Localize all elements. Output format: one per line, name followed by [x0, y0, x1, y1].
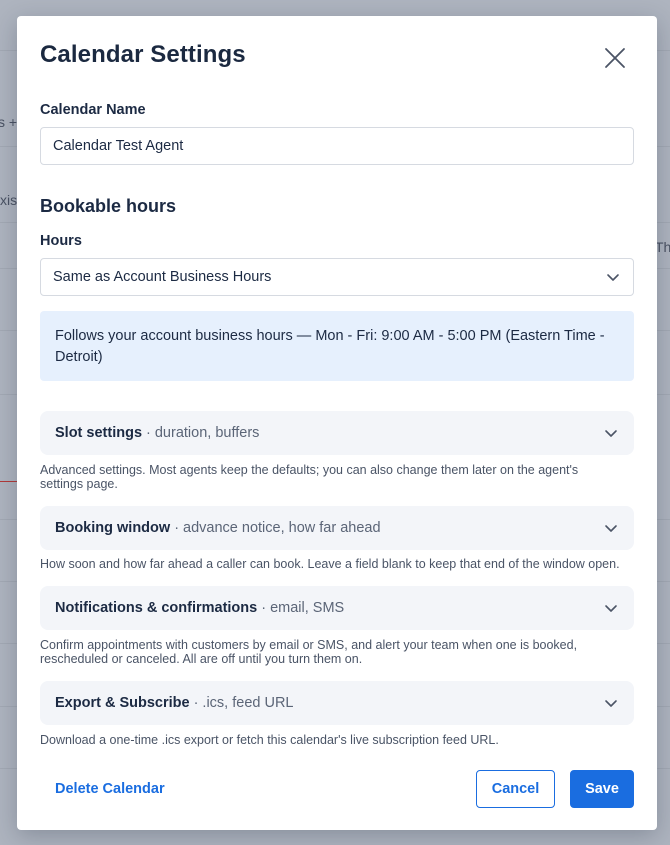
hours-label: Hours — [40, 233, 82, 249]
calendar-name-input[interactable] — [40, 127, 634, 165]
business-hours-info: Follows your account business hours — Mo… — [40, 311, 634, 381]
slot-settings-section[interactable]: Slot settings · duration, buffers — [40, 411, 634, 455]
section-title: Notifications & confirmations — [55, 600, 258, 616]
background-text: s + — [0, 114, 18, 130]
export-subscribe-help: Download a one-time .ics export or fetch… — [40, 733, 499, 747]
export-subscribe-section[interactable]: Export & Subscribe · .ics, feed URL — [40, 681, 634, 725]
calendar-settings-modal: Calendar Settings Calendar Name Bookable… — [17, 16, 657, 830]
booking-window-help: How soon and how far ahead a caller can … — [40, 557, 620, 571]
cancel-button[interactable]: Cancel — [476, 770, 555, 808]
close-icon — [605, 48, 625, 68]
notifications-help: Confirm appointments with customers by e… — [40, 638, 578, 666]
hours-select-value: Same as Account Business Hours — [53, 269, 272, 285]
save-button[interactable]: Save — [570, 770, 634, 808]
background-text: xis — [0, 192, 18, 208]
background-text: Th — [655, 239, 670, 255]
section-title: Booking window — [55, 520, 171, 536]
close-button[interactable] — [601, 44, 629, 72]
section-subtitle: · .ics, feed URL — [193, 695, 294, 711]
calendar-name-label: Calendar Name — [40, 102, 146, 118]
section-subtitle: · email, SMS — [261, 600, 345, 616]
slot-settings-help: Advanced settings. Most agents keep the … — [40, 463, 579, 491]
booking-window-section[interactable]: Booking window · advance notice, how far… — [40, 506, 634, 550]
chevron-down-icon — [605, 430, 617, 437]
chevron-down-icon — [605, 525, 617, 532]
chevron-down-icon — [605, 605, 617, 612]
section-title: Export & Subscribe — [55, 695, 190, 711]
section-subtitle: · duration, buffers — [146, 425, 260, 441]
modal-title: Calendar Settings — [40, 41, 246, 68]
section-subtitle: · advance notice, how far ahead — [174, 520, 381, 536]
bookable-hours-heading: Bookable hours — [40, 196, 177, 216]
hours-select[interactable]: Same as Account Business Hours — [40, 258, 634, 296]
chevron-down-icon — [605, 700, 617, 707]
section-title: Slot settings — [55, 425, 143, 441]
notifications-section[interactable]: Notifications & confirmations · email, S… — [40, 586, 634, 630]
chevron-down-icon — [607, 274, 619, 281]
delete-calendar-button[interactable]: Delete Calendar — [55, 781, 165, 797]
time-indicator-line — [0, 481, 17, 482]
